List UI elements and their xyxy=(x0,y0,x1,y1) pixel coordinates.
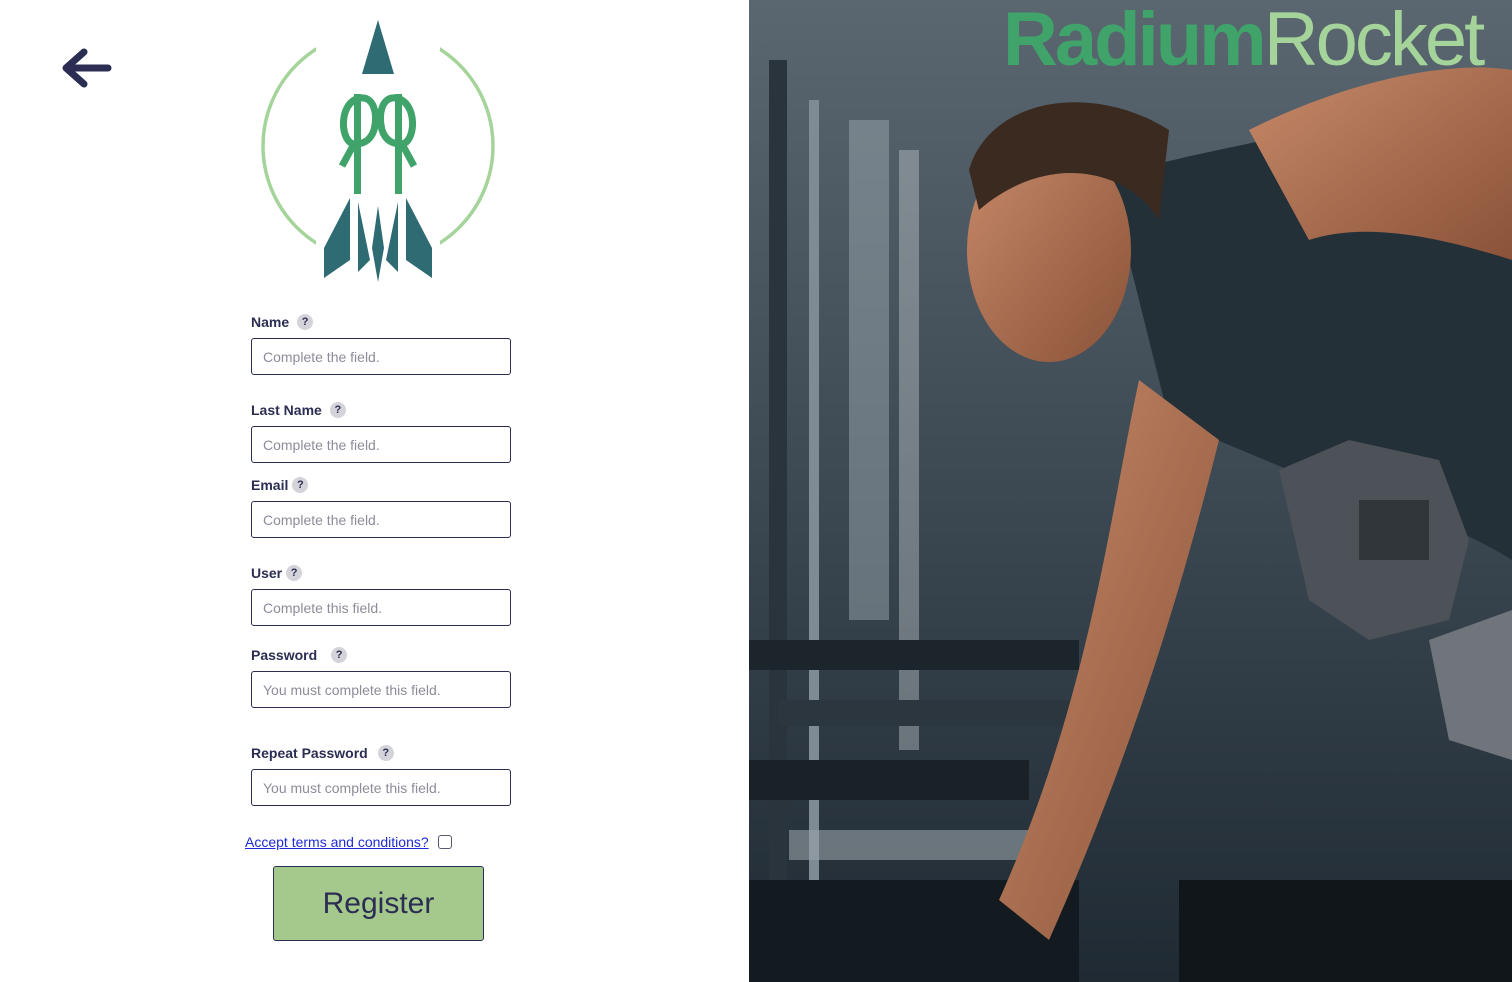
gym-photo xyxy=(749,0,1512,982)
user-help-icon[interactable]: ? xyxy=(286,565,303,581)
repeat-password-help-icon[interactable]: ? xyxy=(377,745,394,761)
last-name-label: Last Name ? xyxy=(251,402,346,418)
password-label-text: Password xyxy=(251,647,318,663)
user-input[interactable] xyxy=(251,589,511,626)
repeat-password-label-text: Repeat Password xyxy=(251,745,368,761)
last-name-help-icon[interactable]: ? xyxy=(329,402,346,418)
user-label-text: User xyxy=(251,565,283,581)
hero-image-panel: RadiumRocket xyxy=(749,0,1512,982)
password-label: Password ? xyxy=(251,647,348,663)
brand-part1: Radium xyxy=(1003,0,1267,82)
repeat-password-input[interactable] xyxy=(251,769,511,806)
password-help-icon[interactable]: ? xyxy=(331,647,348,663)
brand-wordmark: RadiumRocket xyxy=(1003,2,1485,78)
name-label: Name ? xyxy=(251,314,314,330)
terms-checkbox[interactable] xyxy=(437,835,452,849)
back-button[interactable] xyxy=(56,44,114,92)
register-panel: Name ? Last Name ? Email ? User ? Passwo… xyxy=(0,0,749,982)
email-label: Email ? xyxy=(251,477,309,493)
email-help-icon[interactable]: ? xyxy=(292,477,309,493)
name-label-text: Name xyxy=(251,314,290,330)
register-button[interactable]: Register xyxy=(273,866,484,941)
password-input[interactable] xyxy=(251,671,511,708)
email-input[interactable] xyxy=(251,501,511,538)
terms-row: Accept terms and conditions? xyxy=(245,834,452,850)
brand-part2: Rocket xyxy=(1263,0,1486,82)
rocket-logo-icon xyxy=(261,20,495,286)
last-name-input[interactable] xyxy=(251,426,511,463)
terms-link[interactable]: Accept terms and conditions? xyxy=(245,834,429,850)
name-input[interactable] xyxy=(251,338,511,375)
arrow-left-icon xyxy=(62,48,112,88)
last-name-label-text: Last Name xyxy=(251,402,322,418)
repeat-password-label: Repeat Password ? xyxy=(251,745,394,761)
user-label: User ? xyxy=(251,565,303,581)
name-help-icon[interactable]: ? xyxy=(297,314,314,330)
email-label-text: Email xyxy=(251,477,289,493)
